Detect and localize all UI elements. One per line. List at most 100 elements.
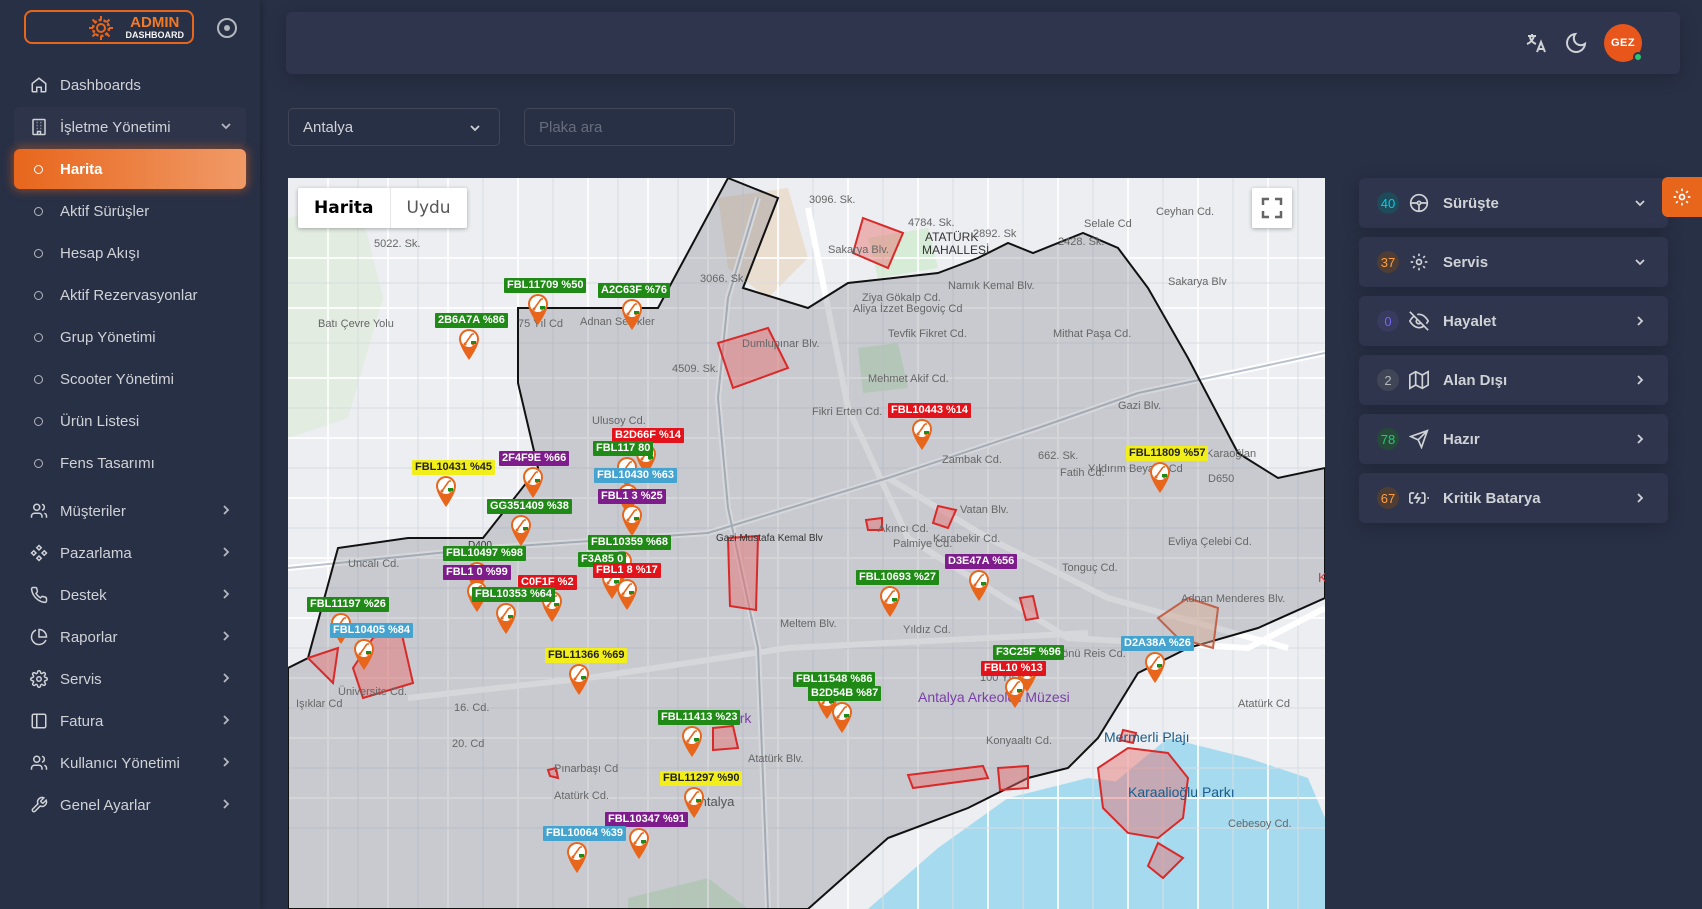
city-select[interactable]: Antalya xyxy=(288,108,500,146)
plate-search-input[interactable] xyxy=(524,108,735,146)
chevron-right-icon xyxy=(223,547,230,557)
map-type-toggle[interactable]: Harita Uydu xyxy=(298,188,467,228)
map-place-label: Tonguç Cd. xyxy=(1062,562,1118,574)
scooter-marker[interactable] xyxy=(1143,650,1167,684)
scooter-marker[interactable] xyxy=(509,513,533,547)
scooter-map[interactable]: Harita Uydu ATATÜRKMAHALLESİAktur ParkAn… xyxy=(288,178,1325,909)
status-panel-servis[interactable]: 37 Servis xyxy=(1359,237,1668,287)
scooter-marker[interactable] xyxy=(526,292,550,326)
scooter-marker[interactable] xyxy=(1148,460,1172,494)
sidebar-item-scooter-yonetimi[interactable]: Scooter Yönetimi xyxy=(14,359,246,399)
scooter-label[interactable]: F3C25F %96 xyxy=(993,645,1064,660)
scooter-label[interactable]: FBL11709 %50 xyxy=(504,278,587,293)
user-avatar[interactable]: GEZ xyxy=(1604,24,1643,62)
chevron-right-icon xyxy=(223,715,230,725)
scooter-label[interactable]: D3E47A %56 xyxy=(945,554,1018,569)
scooter-label[interactable]: FBL11548 %86 xyxy=(793,672,876,687)
sidebar-item-kullanici-yonetimi[interactable]: Kullanıcı Yönetimi xyxy=(14,743,246,783)
scooter-marker[interactable] xyxy=(352,637,376,671)
map-type-harita[interactable]: Harita xyxy=(298,188,391,228)
scooter-label[interactable]: FBL117 80 xyxy=(593,441,654,456)
sidebar-item-servis[interactable]: Servis xyxy=(14,659,246,699)
pie-chart-icon xyxy=(30,628,48,646)
sidebar-item-musteriler[interactable]: Müşteriler xyxy=(14,491,246,531)
scooter-label[interactable]: A2C63F %76 xyxy=(598,283,671,298)
scooter-marker[interactable] xyxy=(620,297,644,331)
scooter-label[interactable]: FBL10497 %98 xyxy=(443,546,527,561)
scooter-label[interactable]: B2D54B %87 xyxy=(808,686,882,701)
scooter-marker[interactable] xyxy=(1003,675,1027,709)
scooter-marker[interactable] xyxy=(494,601,518,635)
map-place-label: Atatürk Cd xyxy=(1238,698,1290,710)
scooter-label[interactable]: GG351409 %38 xyxy=(487,499,572,514)
sidebar-item-fatura[interactable]: Fatura xyxy=(14,701,246,741)
map-place-label: Mermerli Plajı xyxy=(1104,729,1190,745)
scooter-label[interactable]: FBL11809 %57 xyxy=(1126,446,1209,461)
scooter-marker[interactable] xyxy=(830,700,854,734)
customizer-toggle[interactable] xyxy=(1662,177,1702,217)
sidebar-item-grup-yonetimi[interactable]: Grup Yönetimi xyxy=(14,317,246,357)
sidebar-pin-toggle[interactable] xyxy=(217,18,237,38)
map-place-label: Karabekir Cd. xyxy=(933,533,1001,545)
sidebar-item-urun-listesi[interactable]: Ürün Listesi xyxy=(14,401,246,441)
scooter-label[interactable]: FBL11197 %26 xyxy=(307,597,389,612)
sidebar-item-aktif-surusler[interactable]: Aktif Sürüşler xyxy=(14,191,246,231)
scooter-label[interactable]: FBL11297 %90 xyxy=(660,771,743,786)
sidebar-item-aktif-rezervasyonlar[interactable]: Aktif Rezervasyonlar xyxy=(14,275,246,315)
scooter-marker[interactable] xyxy=(615,577,639,611)
sidebar-item-hesap-akisi[interactable]: Hesap Akışı xyxy=(14,233,246,273)
sidebar-item-dashboards[interactable]: Dashboards xyxy=(14,65,246,105)
fullscreen-button[interactable] xyxy=(1252,188,1292,228)
sidebar-item-destek[interactable]: Destek xyxy=(14,575,246,615)
scooter-marker[interactable] xyxy=(627,826,651,860)
sidebar-item-pazarlama[interactable]: Pazarlama xyxy=(14,533,246,573)
map-place-label: 4784. Sk. xyxy=(908,217,955,229)
map-place-label: Evliya Çelebi Cd. xyxy=(1168,536,1252,548)
translate-icon[interactable] xyxy=(1524,31,1548,55)
brand-logo[interactable]: ADMIN DASHBOARD xyxy=(24,10,194,44)
sidebar-item-isletme-yonetimi[interactable]: İşletme Yönetimi xyxy=(14,107,246,147)
scooter-label[interactable]: FBL10359 %68 xyxy=(588,535,672,550)
scooter-label[interactable]: 2F4F9E %66 xyxy=(499,451,570,466)
scooter-label[interactable]: FBL10347 %91 xyxy=(605,812,689,827)
scooter-label[interactable]: FBL10693 %27 xyxy=(856,570,940,585)
scooter-marker[interactable] xyxy=(910,417,934,451)
scooter-label[interactable]: FBL10443 %14 xyxy=(888,403,972,418)
sidebar-item-raporlar[interactable]: Raporlar xyxy=(14,617,246,657)
scooter-label[interactable]: FBL10064 %39 xyxy=(543,826,627,841)
circle-icon xyxy=(34,374,43,384)
scooter-label[interactable]: D2A38A %26 xyxy=(1121,636,1194,651)
map-type-uydu[interactable]: Uydu xyxy=(391,188,467,228)
scooter-marker[interactable] xyxy=(967,568,991,602)
scooter-label[interactable]: FBL10431 %45 xyxy=(412,460,496,475)
sidebar-item-genel-ayarlar[interactable]: Genel Ayarlar xyxy=(14,785,246,825)
scooter-label[interactable]: FBL11413 %23 xyxy=(658,710,741,725)
scooter-label[interactable]: FBL1 0 %99 xyxy=(443,565,511,580)
city-select-value: Antalya xyxy=(303,118,354,136)
scooter-marker[interactable] xyxy=(620,503,644,537)
status-panel-hazir[interactable]: 78 Hazır xyxy=(1359,414,1668,464)
scooter-label[interactable]: FBL11366 %69 xyxy=(545,648,628,663)
scooter-label[interactable]: FBL1 3 %25 xyxy=(598,489,666,504)
scooter-marker[interactable] xyxy=(680,724,704,758)
scooter-marker[interactable] xyxy=(434,474,458,508)
scooter-marker[interactable] xyxy=(878,584,902,618)
map-place-label: Karaoğlan xyxy=(1206,448,1257,460)
sidebar-item-fens-tasarimi[interactable]: Fens Tasarımı xyxy=(14,443,246,483)
status-panel-alan-disi[interactable]: 2 Alan Dışı xyxy=(1359,355,1668,405)
status-panel-suruste[interactable]: 40 Sürüşte xyxy=(1359,178,1668,228)
scooter-label[interactable]: FBL10405 %84 xyxy=(330,623,414,638)
scooter-label[interactable]: FBL10353 %64 xyxy=(472,587,556,602)
scooter-marker[interactable] xyxy=(567,662,591,696)
scooter-marker[interactable] xyxy=(457,327,481,361)
status-panel-kritik-batarya[interactable]: 67 Kritik Batarya xyxy=(1359,473,1668,523)
scooter-label[interactable]: FBL10 %13 xyxy=(981,661,1046,676)
sidebar-item-harita[interactable]: Harita xyxy=(14,149,246,189)
scooter-marker[interactable] xyxy=(565,840,589,874)
scooter-label[interactable]: FBL10430 %63 xyxy=(594,468,678,483)
scooter-label[interactable]: FBL1 8 %17 xyxy=(593,563,661,578)
scooter-label[interactable]: 2B6A7A %86 xyxy=(435,313,508,328)
moon-icon[interactable] xyxy=(1564,31,1588,55)
scooter-marker[interactable] xyxy=(521,465,545,499)
status-panel-hayalet[interactable]: 0 Hayalet xyxy=(1359,296,1668,346)
